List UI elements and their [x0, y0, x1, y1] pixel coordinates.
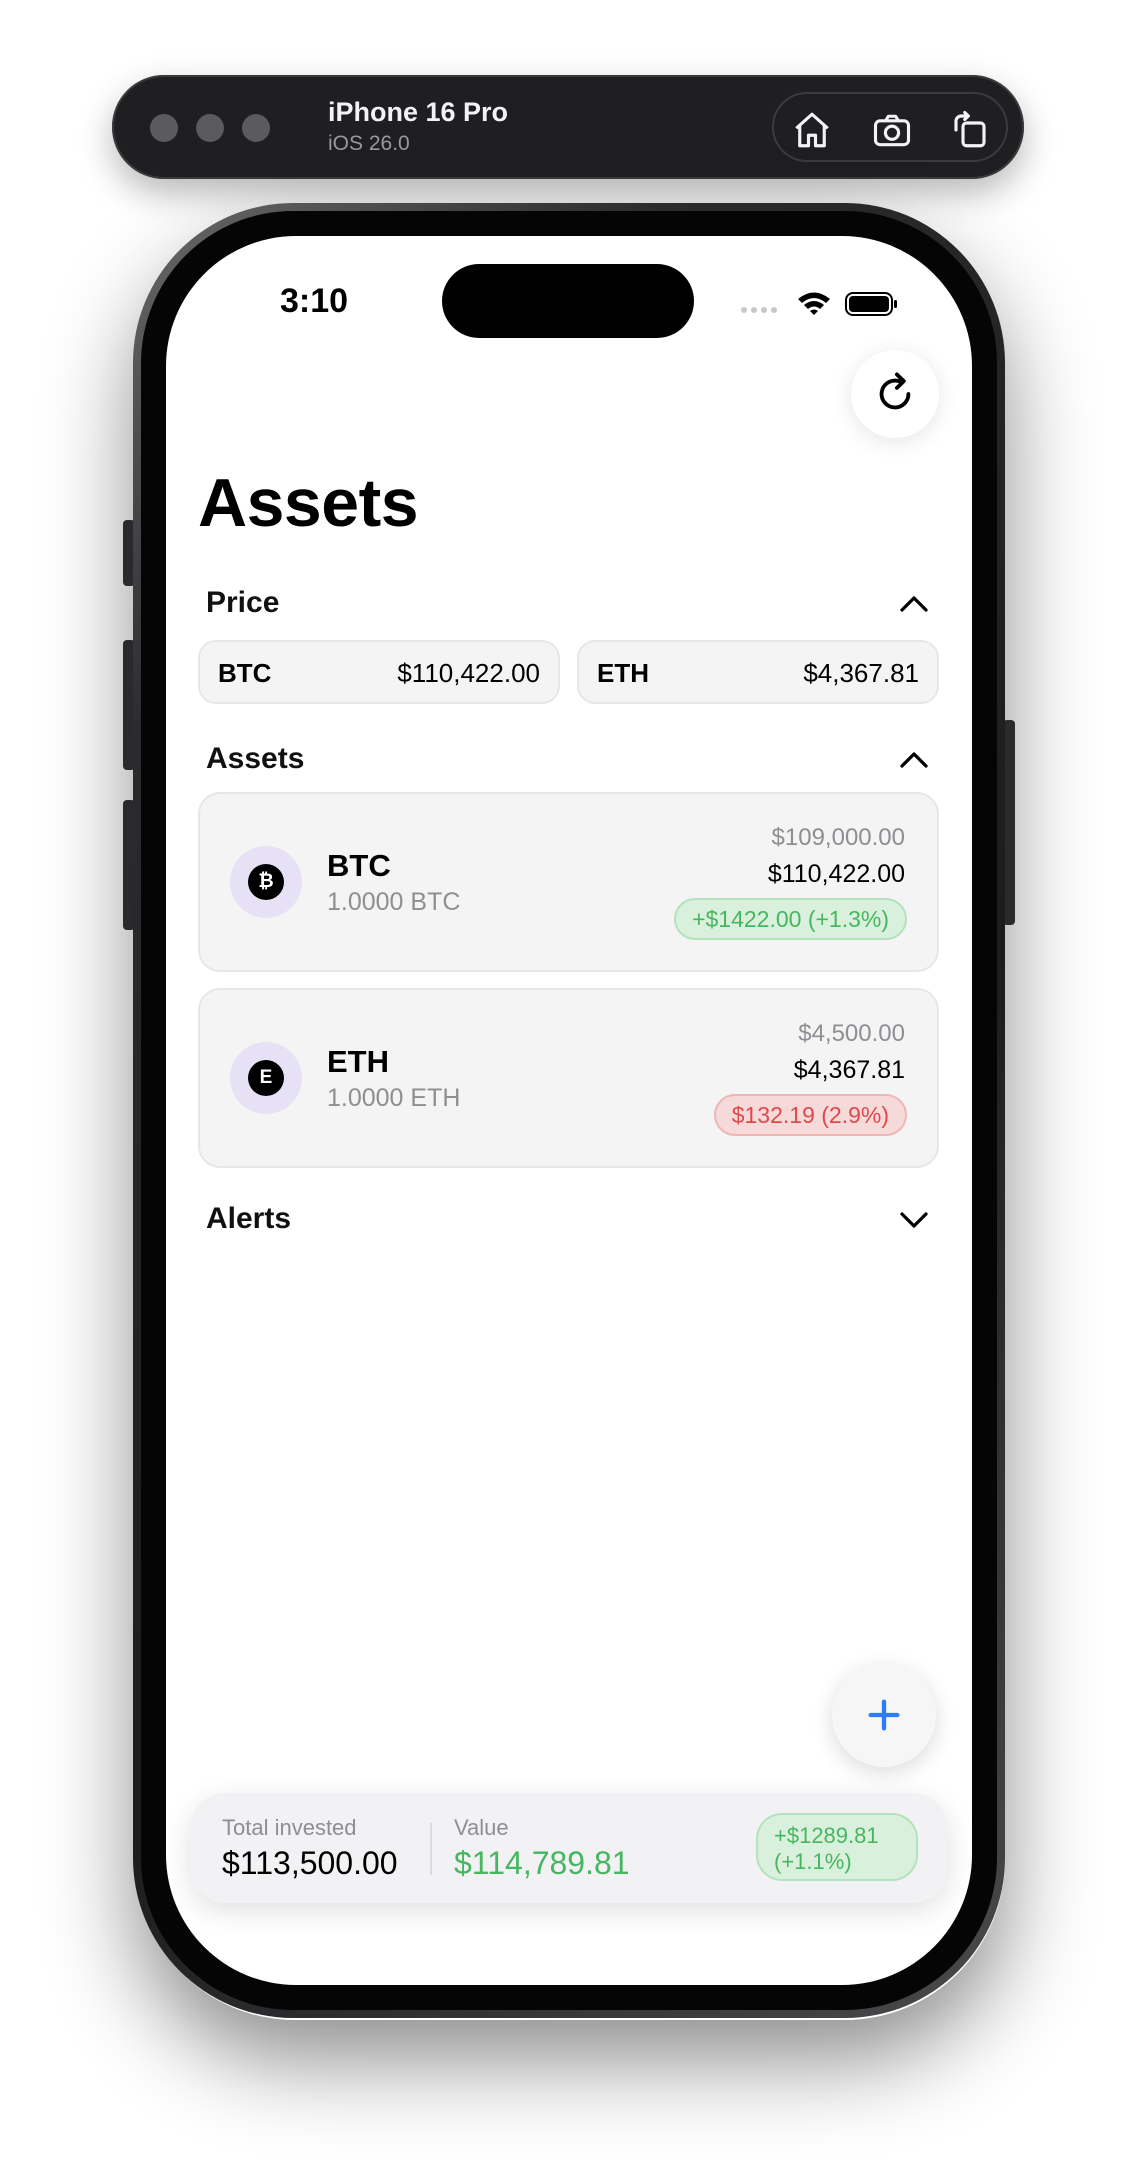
portfolio-change-badge: +$1289.81 (+1.1%) [756, 1813, 918, 1881]
dynamic-island [442, 264, 694, 338]
price-value: $110,422.00 [397, 658, 540, 688]
coin-glyph: E [248, 1060, 284, 1096]
portfolio-summary-bar: Total invested $113,500.00 Value $114,78… [190, 1793, 948, 1903]
plus-icon [868, 1699, 900, 1731]
window-zoom-dot[interactable] [242, 114, 270, 142]
price-card-eth[interactable]: ETH $4,367.81 [577, 640, 939, 704]
window-close-dot[interactable] [150, 114, 178, 142]
asset-symbol: BTC [327, 848, 391, 883]
status-icons [740, 288, 910, 318]
section-label-price: Price [206, 586, 280, 619]
eth-coin-icon: E [230, 1042, 302, 1114]
wifi-icon [798, 292, 830, 315]
status-time: 3:10 [280, 282, 349, 320]
portfolio-change-percent: (+1.1%) [774, 1849, 852, 1874]
asset-card-btc[interactable]: ₿ BTC 1.0000 BTC $109,000.00 $110,422.00… [198, 792, 939, 972]
refresh-button[interactable] [851, 350, 939, 438]
section-header-alerts[interactable]: Alerts [206, 1198, 932, 1242]
price-symbol: BTC [218, 658, 272, 688]
portfolio-value-label: Value [454, 1815, 509, 1840]
page-title: Assets [198, 465, 419, 541]
section-header-assets[interactable]: Assets [206, 738, 932, 782]
window-minimize-dot[interactable] [196, 114, 224, 142]
os-version: iOS 26.0 [328, 132, 410, 155]
asset-cost-basis: $109,000.00 [771, 824, 905, 851]
rotate-icon[interactable] [948, 108, 992, 152]
asset-current-value: $110,422.00 [767, 860, 905, 888]
asset-cost-basis: $4,500.00 [798, 1020, 905, 1047]
phone-screen: 3:10 Assets Price BTC $110,422.00 ETH $4… [166, 236, 972, 1985]
add-asset-button[interactable] [832, 1663, 936, 1767]
portfolio-value: $114,789.81 [454, 1845, 630, 1881]
total-invested-label: Total invested [222, 1815, 357, 1840]
price-card-btc[interactable]: BTC $110,422.00 [198, 640, 560, 704]
btc-coin-icon: ₿ [230, 846, 302, 918]
asset-change-badge: +$1422.00 (+1.3%) [674, 898, 907, 940]
chevron-up-icon[interactable] [896, 586, 932, 622]
asset-current-value: $4,367.81 [793, 1056, 905, 1084]
price-value: $4,367.81 [803, 658, 919, 688]
cellular-signal-icon [741, 307, 777, 313]
summary-divider [430, 1823, 432, 1875]
simulator-toolbar: iPhone 16 Pro iOS 26.0 [112, 75, 1024, 179]
device-name: iPhone 16 Pro [328, 97, 509, 127]
home-icon[interactable] [790, 108, 834, 152]
chevron-up-icon[interactable] [896, 742, 932, 778]
asset-change-badge: $132.19 (2.9%) [713, 1094, 907, 1136]
asset-card-eth[interactable]: E ETH 1.0000 ETH $4,500.00 $4,367.81 $13… [198, 988, 939, 1168]
total-invested-value: $113,500.00 [222, 1845, 398, 1881]
simulator-tool-group [772, 92, 1008, 162]
coin-glyph: ₿ [248, 864, 284, 900]
price-symbol: ETH [597, 658, 649, 688]
portfolio-change-amount: +$1289.81 [774, 1823, 879, 1848]
asset-quantity: 1.0000 BTC [327, 888, 461, 916]
section-header-price[interactable]: Price [206, 582, 932, 626]
refresh-icon [879, 372, 911, 410]
section-label-alerts: Alerts [206, 1202, 292, 1235]
battery-icon [845, 292, 897, 316]
asset-symbol: ETH [327, 1044, 389, 1079]
section-label-assets: Assets [206, 742, 305, 775]
asset-quantity: 1.0000 ETH [327, 1084, 461, 1112]
chevron-down-icon[interactable] [896, 1202, 932, 1238]
screenshot-icon[interactable] [870, 108, 914, 152]
